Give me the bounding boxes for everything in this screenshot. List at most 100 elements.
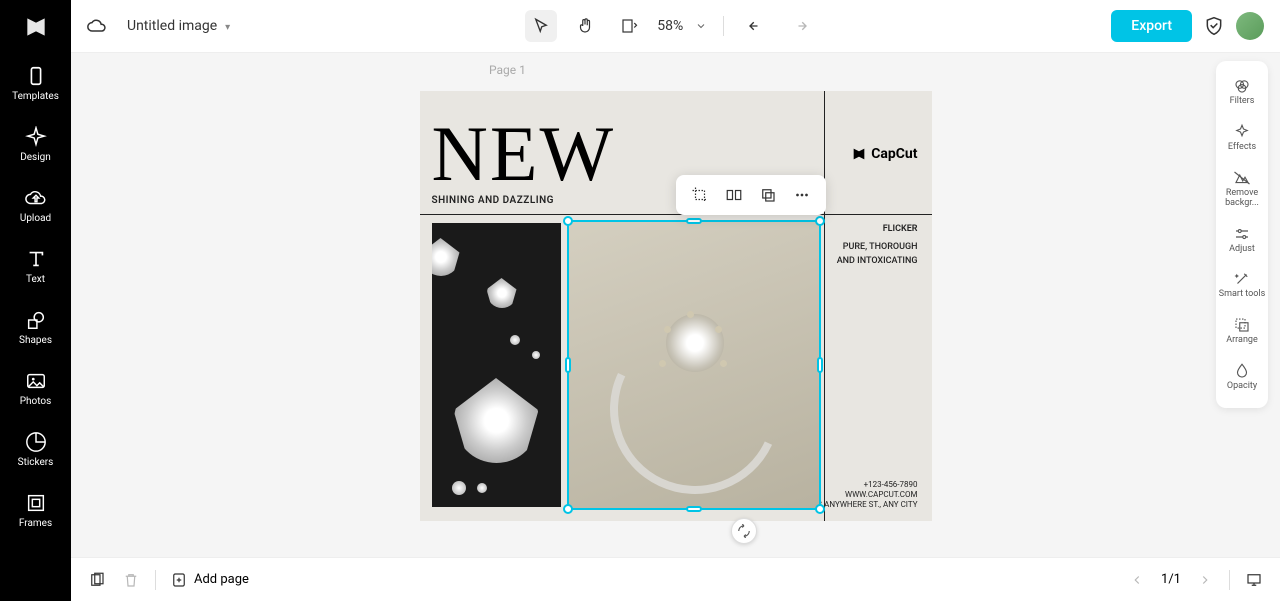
- sidebar-item-upload[interactable]: Upload: [0, 175, 71, 236]
- right-item-label: Adjust: [1229, 245, 1255, 255]
- arrange-icon: [1233, 316, 1251, 334]
- sidebar-item-frames[interactable]: Frames: [0, 480, 71, 541]
- sidebar-item-templates[interactable]: Templates: [0, 53, 71, 114]
- resize-handle-nw[interactable]: [563, 216, 573, 226]
- trash-icon: [122, 571, 140, 589]
- resize-handle-n[interactable]: [686, 218, 702, 224]
- phone-text[interactable]: +123-456-7890: [864, 480, 918, 489]
- undo-button[interactable]: [740, 10, 772, 42]
- right-item-opacity[interactable]: Opacity: [1216, 354, 1268, 400]
- more-button[interactable]: [788, 181, 816, 209]
- app-logo[interactable]: [0, 0, 71, 53]
- presentation-button[interactable]: [1244, 570, 1264, 590]
- effects-icon: [1233, 123, 1251, 141]
- right-item-effects[interactable]: Effects: [1216, 115, 1268, 161]
- divider-line: [420, 214, 932, 215]
- sidebar-item-label: Templates: [12, 91, 59, 102]
- opacity-icon: [1233, 362, 1251, 380]
- pure-text[interactable]: PURE, THOROUGH AND INTOXICATING: [837, 241, 918, 268]
- sidebar-item-label: Photos: [20, 396, 52, 407]
- sidebar-item-label: Text: [26, 274, 45, 285]
- right-item-adjust[interactable]: Adjust: [1216, 217, 1268, 263]
- page-indicator: 1/1: [1161, 572, 1181, 587]
- resize-handle-sw[interactable]: [563, 504, 573, 514]
- photos-icon: [25, 370, 47, 392]
- resize-tool-button[interactable]: [613, 10, 645, 42]
- design-icon: [25, 126, 47, 148]
- image-ring-selected[interactable]: [569, 222, 821, 510]
- page-canvas[interactable]: NEW SHINING AND DAZZLING CapCut FLICKER …: [420, 91, 932, 521]
- flip-icon: [725, 186, 743, 204]
- right-panel: Filters Effects Remove backgr... Adjust …: [1216, 61, 1268, 408]
- export-button[interactable]: Export: [1111, 10, 1192, 42]
- right-item-remove-bg[interactable]: Remove backgr...: [1216, 161, 1268, 217]
- select-tool-button[interactable]: [525, 10, 557, 42]
- redo-icon: [791, 17, 809, 35]
- upload-icon: [25, 187, 47, 209]
- floating-toolbar: [676, 175, 826, 215]
- resize-handle-e[interactable]: [817, 357, 823, 373]
- heading-text[interactable]: NEW: [432, 109, 616, 199]
- flip-button[interactable]: [720, 181, 748, 209]
- rotate-icon: [737, 524, 751, 538]
- sidebar-item-stickers[interactable]: Stickers: [0, 419, 71, 480]
- templates-icon: [25, 65, 47, 87]
- pages-icon: [88, 571, 106, 589]
- redo-button[interactable]: [784, 10, 816, 42]
- flicker-text[interactable]: FLICKER: [883, 224, 918, 234]
- sidebar-item-photos[interactable]: Photos: [0, 358, 71, 419]
- add-page-label: Add page: [194, 572, 249, 587]
- more-icon: [793, 186, 811, 204]
- pure-line2: AND INTOXICATING: [837, 255, 918, 269]
- resize-handle-s[interactable]: [686, 506, 702, 512]
- crop-button[interactable]: [686, 181, 714, 209]
- hand-tool-button[interactable]: [569, 10, 601, 42]
- pages-panel-button[interactable]: [87, 570, 107, 590]
- sidebar-item-text[interactable]: Text: [0, 236, 71, 297]
- page-label: Page 1: [489, 63, 526, 77]
- left-sidebar: Templates Design Upload Text Shapes Phot…: [0, 0, 71, 601]
- resize-icon: [620, 17, 638, 35]
- sidebar-item-label: Shapes: [19, 335, 52, 346]
- shield-icon[interactable]: [1204, 16, 1224, 36]
- sidebar-item-design[interactable]: Design: [0, 114, 71, 175]
- user-avatar[interactable]: [1236, 12, 1264, 40]
- website-text[interactable]: WWW.CAPCUT.COM: [845, 490, 918, 499]
- subheading-text[interactable]: SHINING AND DAZZLING: [432, 195, 555, 206]
- hand-icon: [576, 17, 594, 35]
- document-title[interactable]: Untitled image: [127, 18, 230, 34]
- add-page-button[interactable]: Add page: [170, 571, 249, 589]
- duplicate-button[interactable]: [754, 181, 782, 209]
- sidebar-item-shapes[interactable]: Shapes: [0, 297, 71, 358]
- zoom-level[interactable]: 58%: [657, 18, 683, 34]
- sidebar-item-label: Upload: [20, 213, 51, 224]
- separator: [1229, 570, 1230, 590]
- resize-handle-se[interactable]: [815, 504, 825, 514]
- prev-page-button[interactable]: [1127, 570, 1147, 590]
- resize-handle-ne[interactable]: [815, 216, 825, 226]
- rotate-handle[interactable]: [731, 518, 757, 544]
- right-item-smart-tools[interactable]: Smart tools: [1216, 262, 1268, 308]
- delete-page-button[interactable]: [121, 570, 141, 590]
- address-text[interactable]: 123 ANYWHERE ST., ANY CITY: [809, 500, 918, 509]
- next-page-button[interactable]: [1195, 570, 1215, 590]
- right-item-label: Filters: [1230, 97, 1255, 107]
- right-item-label: Effects: [1228, 143, 1256, 153]
- image-diamonds[interactable]: [432, 223, 561, 507]
- right-item-filters[interactable]: Filters: [1216, 69, 1268, 115]
- smart-tools-icon: [1233, 270, 1251, 288]
- cloud-sync-icon[interactable]: [87, 16, 107, 36]
- crop-icon: [691, 186, 709, 204]
- sidebar-item-label: Frames: [19, 518, 52, 529]
- text-icon: [25, 248, 47, 270]
- chevron-left-icon: [1130, 573, 1144, 587]
- undo-icon: [747, 17, 765, 35]
- brand-text[interactable]: CapCut: [851, 146, 917, 162]
- frames-icon: [25, 492, 47, 514]
- separator: [155, 570, 156, 590]
- resize-handle-w[interactable]: [565, 357, 571, 373]
- right-item-arrange[interactable]: Arrange: [1216, 308, 1268, 354]
- zoom-dropdown-icon[interactable]: [695, 20, 707, 32]
- canvas-area[interactable]: Page 1 NEW SHINING AND DAZZLING CapCut F…: [71, 53, 1280, 557]
- right-item-label: Remove backgr...: [1216, 189, 1268, 209]
